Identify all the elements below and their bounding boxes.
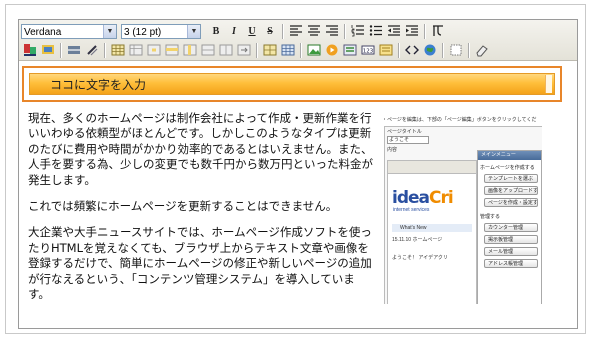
logo-subtitle: internet services xyxy=(393,207,430,213)
chevron-down-icon: ▼ xyxy=(103,24,116,38)
cell-properties-icon[interactable] xyxy=(146,42,162,58)
screenshot-toolbar xyxy=(387,160,477,174)
menu-button-bbs: 掲示板管理 xyxy=(484,235,538,244)
toolbar-divider xyxy=(344,23,346,39)
outer-frame: Verdana ▼ 3 (12 pt) ▼ B I U S 123 ココに文字を… xyxy=(5,4,586,334)
table-grid-icon[interactable] xyxy=(280,42,296,58)
menu-button-counter: カウンター管理 xyxy=(484,223,538,232)
align-right-icon[interactable] xyxy=(324,23,340,39)
toolbar-row-1: Verdana ▼ 3 (12 pt) ▼ B I U S xyxy=(21,22,447,40)
menu-button-mail: メール管理 xyxy=(484,247,538,256)
menu-title: メインメニュー xyxy=(478,151,541,160)
highlight-color-icon[interactable] xyxy=(40,42,56,58)
paragraph-icon[interactable] xyxy=(430,23,446,39)
font-family-select[interactable]: Verdana ▼ xyxy=(21,23,117,39)
unordered-list-icon[interactable] xyxy=(368,23,384,39)
strikethrough-button[interactable]: S xyxy=(262,23,278,39)
bold-button[interactable]: B xyxy=(208,23,224,39)
insert-column-icon[interactable] xyxy=(182,42,198,58)
title-bar[interactable]: ココに文字を入力 xyxy=(29,73,555,95)
font-family-value: Verdana xyxy=(24,26,62,38)
title-text: ココに文字を入力 xyxy=(50,78,147,92)
font-color-icon[interactable] xyxy=(22,42,38,58)
logo-main: idea xyxy=(392,188,430,208)
svg-text:123: 123 xyxy=(363,49,374,55)
delete-column-icon[interactable] xyxy=(218,42,234,58)
font-size-select[interactable]: 3 (12 pt) ▼ xyxy=(121,23,201,39)
title-highlight-box: ココに文字を入力 xyxy=(22,66,562,102)
toolbar-divider xyxy=(256,42,258,58)
wysiwyg-editor: Verdana ▼ 3 (12 pt) ▼ B I U S 123 ココに文字を… xyxy=(18,19,578,329)
cms-screenshot-image: ・ページを編集は、下部の「ページ編集」ボタンをクリックしてくだ ページタイトル … xyxy=(382,116,542,304)
ordered-list-icon[interactable] xyxy=(350,23,366,39)
toolbar-divider xyxy=(398,42,400,58)
logo-accent: Cri xyxy=(429,188,454,208)
split-cell-icon[interactable] xyxy=(236,42,252,58)
whats-new-bar: What's New xyxy=(392,224,472,232)
insert-media-icon[interactable] xyxy=(324,42,340,58)
show-borders-icon[interactable] xyxy=(448,42,464,58)
link-icon[interactable] xyxy=(84,42,100,58)
delete-row-icon[interactable] xyxy=(200,42,216,58)
preview-globe-icon[interactable] xyxy=(422,42,438,58)
screenshot-field-value: ようこそ xyxy=(389,137,410,143)
screenshot-caption: ・ページを編集は、下部の「ページ編集」ボタンをクリックしてくだ xyxy=(382,117,537,123)
insert-image-icon[interactable] xyxy=(306,42,322,58)
toolbar-divider xyxy=(468,42,470,58)
align-center-icon[interactable] xyxy=(306,23,322,39)
toolbar-divider xyxy=(104,42,106,58)
menu-button-image: 画像をアップロードする xyxy=(484,186,538,195)
toolbar-divider xyxy=(300,42,302,58)
insert-special-icon[interactable] xyxy=(378,42,394,58)
underline-button[interactable]: U xyxy=(244,23,260,39)
menu-button-address: アドレス帳管理 xyxy=(484,259,538,268)
title-bar-edge xyxy=(545,75,552,93)
merge-cells-icon[interactable] xyxy=(262,42,278,58)
screenshot-field-label: ページタイトル xyxy=(387,129,422,135)
screenshot-content-label: 内容 xyxy=(387,147,398,153)
font-size-value: 3 (12 pt) xyxy=(124,26,162,38)
menu-button-template: テンプレートを選ぶ xyxy=(484,174,538,183)
menu-heading-create: ホームページを作成する xyxy=(480,165,535,171)
paragraph-1: 現在、多くのホームページは制作会社によって作成・更新作業を行いいわゆる依頼型がほ… xyxy=(28,111,373,187)
italic-button[interactable]: I xyxy=(226,23,242,39)
screenshot-main-menu: メインメニュー ホームページを作成する テンプレートを選ぶ 画像をアップロードす… xyxy=(477,150,542,304)
body-text: 現在、多くのホームページは制作会社によって作成・更新作業を行いいわゆる依頼型がほ… xyxy=(28,111,374,313)
table-properties-icon[interactable] xyxy=(128,42,144,58)
toolbar-row-2: 123 xyxy=(21,41,491,59)
toolbar-divider xyxy=(60,42,62,58)
ideacrea-logo: ideaCri xyxy=(392,188,454,208)
toolbar-divider xyxy=(424,23,426,39)
toolbar-divider xyxy=(442,42,444,58)
menu-button-page: ページを作成・設定する xyxy=(484,198,538,207)
news-line: 15.11.10 ホームページ xyxy=(392,237,443,243)
paragraph-2: これでは頻繁にホームページを更新することはできません。 xyxy=(28,199,338,214)
source-code-icon[interactable] xyxy=(404,42,420,58)
editor-content[interactable]: ココに文字を入力 現在、多くのホームページは制作会社によって作成・更新作業を行い… xyxy=(19,61,577,328)
screenshot-panel: ページタイトル ようこそ 内容 ideaCri internet service… xyxy=(384,126,542,304)
screenshot-field: ようこそ xyxy=(387,136,429,144)
indent-icon[interactable] xyxy=(404,23,420,39)
outdent-icon[interactable] xyxy=(386,23,402,39)
toolbar-divider xyxy=(282,23,284,39)
menu-heading-manage: 管理する xyxy=(480,214,501,220)
insert-row-icon[interactable] xyxy=(164,42,180,58)
chevron-down-icon: ▼ xyxy=(187,24,200,38)
eraser-icon[interactable] xyxy=(474,42,490,58)
paragraph-3: 大企業や大手ニュースサイトでは、ホームページ作成ソフトを使ったりHTMLを覚えな… xyxy=(28,225,372,302)
editor-toolbar: Verdana ▼ 3 (12 pt) ▼ B I U S 123 xyxy=(19,20,577,61)
screenshot-editor: ideaCri internet services What's New 15.… xyxy=(387,173,477,304)
insert-field-icon[interactable]: 123 xyxy=(360,42,376,58)
align-left-icon[interactable] xyxy=(288,23,304,39)
insert-table-icon[interactable] xyxy=(110,42,126,58)
insert-form-icon[interactable] xyxy=(342,42,358,58)
horizontal-rule-icon[interactable] xyxy=(66,42,82,58)
welcome-line: ようこそ！ アイデアクリ xyxy=(392,255,448,261)
